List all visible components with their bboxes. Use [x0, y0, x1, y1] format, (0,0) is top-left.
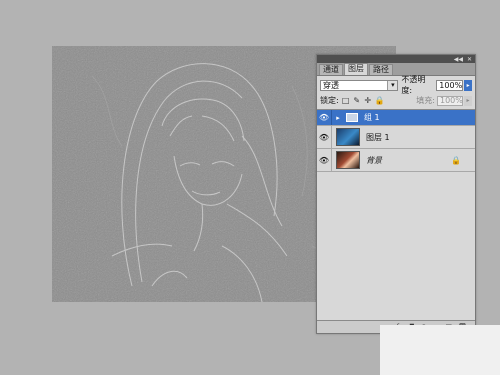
blend-mode-value: 穿透 [323, 80, 339, 90]
tab-paths[interactable]: 路径 [369, 64, 393, 75]
opacity-label: 不透明度: [401, 75, 426, 95]
layer-row-group1[interactable]: 👁 ▸ 组 1 [317, 110, 475, 126]
layer-name: 图层 1 [366, 132, 390, 142]
fill-label: 填充: [416, 96, 435, 105]
eye-icon[interactable]: 👁 [317, 110, 332, 125]
blend-opacity-row: 穿透 ▾ 不透明度: 100% ▸ [320, 75, 472, 95]
opacity-arrow-icon[interactable]: ▸ [464, 79, 472, 91]
lock-icon: 🔒 [451, 155, 461, 165]
eye-icon[interactable]: 👁 [317, 126, 332, 148]
collapse-icon[interactable]: ◀◀ [454, 56, 463, 63]
layers-panel: ◀◀ ✕ 通道 图层 路径 穿透 ▾ 不透明度: 100% ▸ 锁定: □ ✎ … [316, 54, 476, 334]
lock-transparency-icon[interactable]: □ [342, 96, 350, 105]
lock-label: 锁定: [320, 96, 339, 105]
layer-name: 组 1 [364, 113, 380, 122]
tab-channels[interactable]: 通道 [319, 64, 343, 75]
panel-titlebar[interactable]: ◀◀ ✕ [317, 55, 475, 63]
layer-thumbnail [336, 128, 360, 146]
blend-mode-select[interactable]: 穿透 ▾ [320, 79, 399, 91]
lock-paint-icon[interactable]: ✎ [353, 96, 361, 105]
eye-icon[interactable]: 👁 [317, 149, 332, 171]
corner-overlay [380, 325, 500, 375]
chevron-down-icon: ▾ [387, 80, 398, 90]
opacity-input[interactable]: 100% [436, 79, 464, 91]
layers-list: 👁 ▸ 组 1 👁 图层 1 👁 背景 🔒 [317, 109, 475, 320]
layer-row-layer1[interactable]: 👁 图层 1 [317, 126, 475, 149]
close-icon[interactable]: ✕ [467, 56, 472, 63]
lock-all-icon[interactable]: 🔒 [375, 96, 385, 105]
lock-fill-row: 锁定: □ ✎ ✛ 🔒 填充: 100% ▸ [320, 95, 472, 106]
expand-triangle-icon[interactable]: ▸ [334, 114, 342, 122]
layer-name: 背景 [366, 155, 382, 165]
fill-arrow-icon[interactable]: ▸ [464, 95, 472, 106]
fill-input[interactable]: 100% [437, 95, 463, 106]
layer-row-background[interactable]: 👁 背景 🔒 [317, 149, 475, 172]
folder-icon [346, 113, 358, 122]
layer-thumbnail [336, 151, 360, 169]
tab-layers[interactable]: 图层 [344, 63, 368, 75]
panel-tabs: 通道 图层 路径 [317, 63, 475, 76]
lock-move-icon[interactable]: ✛ [364, 96, 372, 105]
